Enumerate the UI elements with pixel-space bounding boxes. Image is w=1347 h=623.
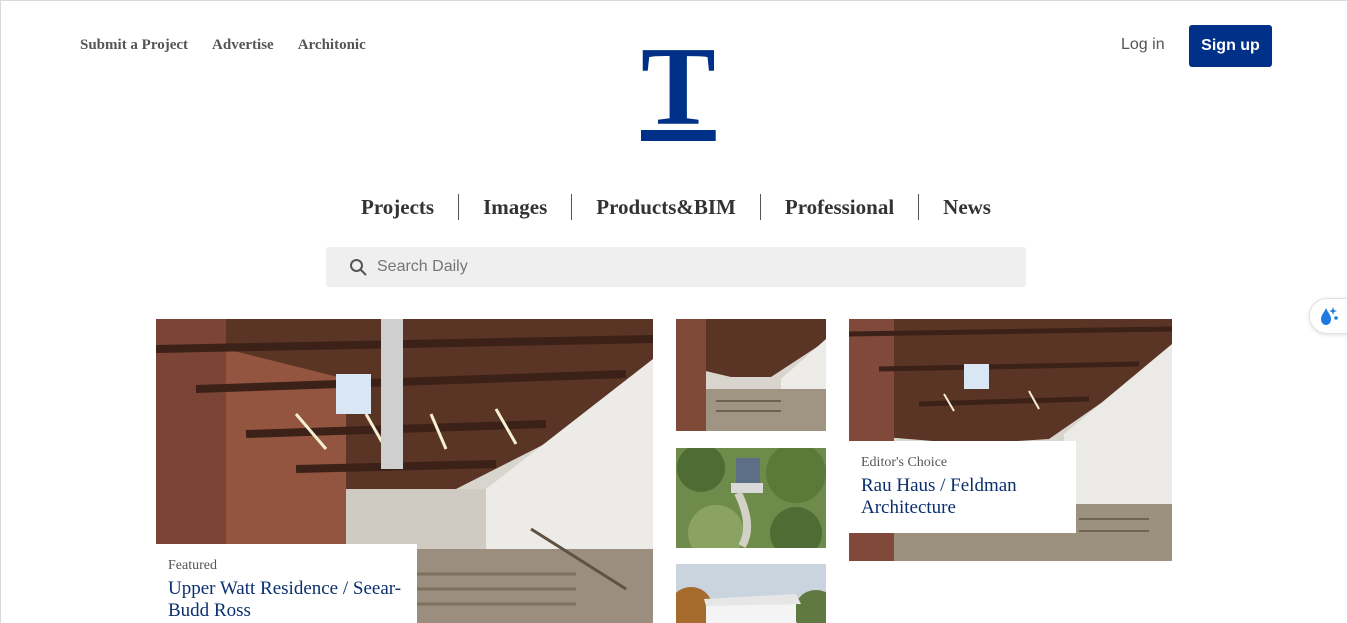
water-drop-sparkle-icon: [1321, 307, 1338, 325]
search-icon: [350, 259, 367, 276]
submit-project-link[interactable]: Submit a Project: [80, 37, 188, 54]
signup-button[interactable]: Sign up: [1189, 25, 1272, 67]
search-input[interactable]: [377, 252, 977, 282]
featured-title-link[interactable]: Upper Watt Residence / Seear-Budd Ross: [168, 578, 405, 622]
thumbnail-exterior[interactable]: [676, 564, 826, 623]
thumbnail-interior[interactable]: [676, 319, 826, 431]
main-nav: Projects Images Products&BIM Professiona…: [326, 194, 1026, 220]
thumbnail-aerial[interactable]: [676, 448, 826, 548]
editors-choice-title-link[interactable]: Rau Haus / Feldman Architecture: [861, 475, 1064, 519]
search-bar[interactable]: [326, 247, 1026, 287]
thumbnail-aerial-image: [676, 448, 826, 548]
utility-links: Submit a Project Advertise Architonic: [80, 37, 366, 54]
thumbnail-exterior-image: [676, 564, 826, 623]
nav-news[interactable]: News: [919, 195, 1015, 220]
featured-tag: Featured: [168, 558, 217, 573]
editors-choice-tag: Editor's Choice: [861, 455, 948, 470]
editors-choice-caption[interactable]: Editor's Choice Rau Haus / Feldman Archi…: [849, 441, 1076, 533]
nav-professional[interactable]: Professional: [761, 195, 918, 220]
nav-projects[interactable]: Projects: [337, 195, 458, 220]
architonic-link[interactable]: Architonic: [298, 37, 366, 54]
advertise-link[interactable]: Advertise: [212, 37, 274, 54]
featured-caption[interactable]: Featured Upper Watt Residence / Seear-Bu…: [156, 544, 417, 623]
featured-project-card[interactable]: Featured Upper Watt Residence / Seear-Bu…: [156, 319, 653, 623]
logo[interactable]: T: [641, 31, 716, 143]
editors-choice-card[interactable]: Editor's Choice Rau Haus / Feldman Archi…: [849, 319, 1172, 561]
login-link[interactable]: Log in: [1121, 36, 1165, 54]
nav-images[interactable]: Images: [459, 195, 571, 220]
thumbnail-interior-image: [676, 319, 826, 431]
page-frame: Submit a Project Advertise Architonic T …: [0, 0, 1347, 623]
nav-products-bim[interactable]: Products&BIM: [572, 195, 760, 220]
side-widget[interactable]: [1309, 298, 1347, 334]
